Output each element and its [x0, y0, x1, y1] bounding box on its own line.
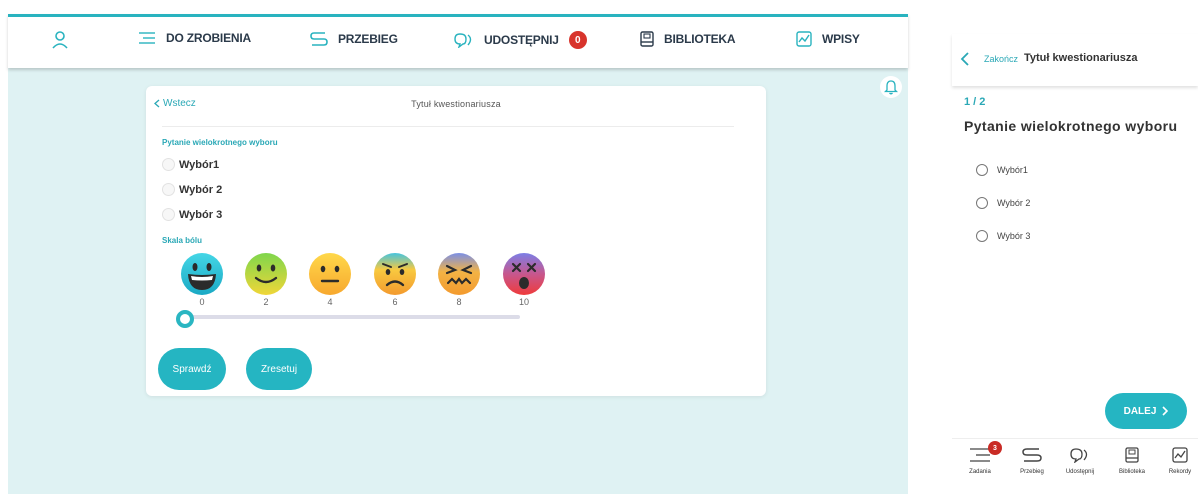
- nav-share-label: UDOSTĘPNIJ: [484, 33, 559, 47]
- route-icon: [310, 32, 328, 46]
- radio-button[interactable]: [976, 164, 988, 176]
- mobile-view: Zakończ Tytuł kwestionariusza 1 / 2 Pyta…: [952, 0, 1198, 494]
- tab-label: Udostępnij: [1065, 469, 1095, 475]
- tab-label: Przebieg: [1020, 469, 1044, 475]
- tab-share[interactable]: Udostępnij: [1060, 447, 1100, 475]
- tab-label: Biblioteka: [1118, 469, 1145, 475]
- radio-button[interactable]: [976, 230, 988, 242]
- route-icon: [1022, 448, 1042, 462]
- nav-records[interactable]: WPISY: [796, 31, 860, 47]
- choice-label: Wybór1: [179, 158, 220, 171]
- nav-todo-label: DO ZROBIENIA: [166, 31, 251, 45]
- scale-value-4: 4: [327, 297, 333, 307]
- mobile-choice-3[interactable]: Wybór 3: [976, 230, 1030, 242]
- happy-face-icon[interactable]: [244, 252, 288, 296]
- pain-slider-track[interactable]: [186, 315, 520, 319]
- share-icon: [454, 33, 472, 48]
- dizzy-face-icon[interactable]: [502, 252, 546, 296]
- choice-2[interactable]: Wybór 2: [162, 183, 222, 196]
- divider: [162, 126, 734, 127]
- pain-scale-label: Skala bólu: [162, 236, 203, 245]
- top-navigation: DO ZROBIENIA PRZEBIEG UDOSTĘPNIJ 0 BIBLI…: [8, 14, 908, 68]
- mobile-question: Pytanie wielokrotnego wyboru: [964, 118, 1178, 134]
- choice-label: Wybór 2: [997, 198, 1031, 208]
- scale-value-2: 2: [263, 297, 269, 307]
- mobile-tab-bar: Zadania 3 Przebieg Udostępnij Biblioteka…: [952, 438, 1198, 494]
- tab-library[interactable]: Biblioteka: [1112, 447, 1152, 475]
- mobile-header: Zakończ Tytuł kwestionariusza: [952, 34, 1198, 86]
- mobile-title: Tytuł kwestionariusza: [1024, 52, 1138, 64]
- list-icon: [139, 32, 155, 44]
- finish-link[interactable]: Zakończ: [984, 54, 1018, 64]
- nav-profile[interactable]: [52, 31, 68, 49]
- desktop-view: DO ZROBIENIA PRZEBIEG UDOSTĘPNIJ 0 BIBLI…: [8, 0, 908, 494]
- scale-value-10: 10: [518, 297, 529, 307]
- chart-icon: [796, 31, 812, 47]
- question-label: Pytanie wielokrotnego wyboru: [162, 138, 278, 147]
- pain-slider-thumb[interactable]: [176, 310, 194, 328]
- next-button[interactable]: DALEJ: [1105, 393, 1187, 429]
- radio-button[interactable]: [162, 158, 175, 171]
- questionnaire-card: Wstecz Tytuł kwestionariusza Pytanie wie…: [146, 86, 766, 396]
- book-icon: [640, 31, 654, 47]
- scale-value-0: 0: [199, 297, 205, 307]
- radio-button[interactable]: [976, 197, 988, 209]
- tab-progress[interactable]: Przebieg: [1012, 447, 1052, 475]
- choice-label: Wybór 3: [179, 208, 223, 221]
- next-label: DALEJ: [1123, 405, 1157, 417]
- nav-library-label: BIBLIOTEKA: [664, 32, 736, 46]
- book-icon: [1125, 447, 1139, 463]
- progress-indicator: 1 / 2: [964, 96, 986, 108]
- bell-icon: [884, 80, 898, 95]
- user-icon: [52, 31, 68, 49]
- tasks-badge: 3: [988, 441, 1002, 455]
- nav-progress[interactable]: PRZEBIEG: [310, 31, 398, 47]
- radio-button[interactable]: [162, 208, 175, 221]
- mobile-choice-2[interactable]: Wybór 2: [976, 197, 1030, 209]
- notifications-button[interactable]: [880, 76, 902, 98]
- scale-value-8: 8: [456, 297, 462, 307]
- tab-label: Zadania: [969, 469, 991, 475]
- nav-share[interactable]: UDOSTĘPNIJ 0: [454, 31, 587, 49]
- choice-3[interactable]: Wybór 3: [162, 208, 222, 221]
- choice-label: Wybór 3: [997, 231, 1031, 241]
- tab-label: Rekordy: [1168, 469, 1192, 475]
- chevron-right-icon: [1162, 406, 1169, 416]
- nav-progress-label: PRZEBIEG: [338, 32, 398, 46]
- pained-face-icon[interactable]: [437, 252, 481, 296]
- choice-label: Wybór 2: [179, 183, 223, 196]
- nav-records-label: WPISY: [822, 32, 860, 46]
- nav-library[interactable]: BIBLIOTEKA: [640, 31, 736, 47]
- status-bar: [952, 0, 1198, 34]
- neutral-face-icon[interactable]: [308, 252, 352, 296]
- scale-value-6: 6: [392, 297, 398, 307]
- check-button[interactable]: Sprawdź: [158, 348, 226, 390]
- share-badge: 0: [568, 31, 587, 49]
- share-icon: [1070, 448, 1088, 463]
- reset-button[interactable]: Zresetuj: [246, 348, 312, 390]
- tab-records[interactable]: Rekordy: [1160, 447, 1198, 475]
- very-happy-face-icon[interactable]: [180, 252, 224, 296]
- questionnaire-title: Tytuł kwestionariusza: [411, 99, 501, 109]
- choice-1[interactable]: Wybór1: [162, 158, 219, 171]
- choice-label: Wybór1: [997, 165, 1028, 175]
- mobile-choice-1[interactable]: Wybór1: [976, 164, 1028, 176]
- nav-todo[interactable]: DO ZROBIENIA: [138, 31, 251, 45]
- chevron-left-icon[interactable]: [960, 52, 970, 66]
- radio-button[interactable]: [162, 183, 175, 196]
- chart-icon: [1172, 447, 1188, 463]
- worried-face-icon[interactable]: [373, 252, 417, 296]
